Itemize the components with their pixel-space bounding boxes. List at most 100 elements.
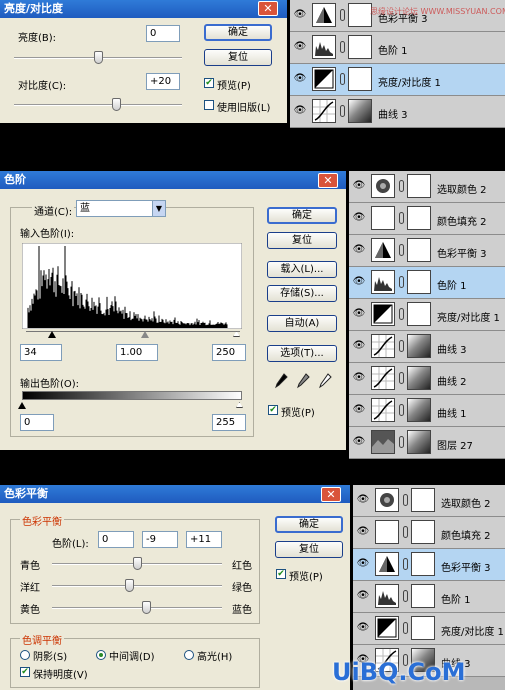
reset-button[interactable]: 复位: [267, 232, 337, 249]
layer-row[interactable]: 👁 选取颜色 2: [349, 171, 505, 203]
level-3-field[interactable]: +11: [186, 531, 222, 548]
eye-icon[interactable]: 👁: [356, 494, 370, 506]
input-white-field[interactable]: 250: [212, 344, 246, 361]
layer-row[interactable]: 👁 颜色填充 2: [349, 203, 505, 235]
link-icon[interactable]: [340, 41, 345, 53]
magenta-green-slider-thumb[interactable]: [125, 579, 135, 592]
link-icon[interactable]: [399, 404, 404, 416]
dialog-titlebar[interactable]: 色彩平衡: [0, 485, 350, 503]
reset-button[interactable]: 复位: [204, 49, 272, 66]
shadows-radio[interactable]: [20, 650, 30, 660]
dialog-titlebar[interactable]: 色阶: [0, 171, 346, 189]
layer-row[interactable]: 👁 色阶 1: [290, 32, 505, 64]
eye-icon[interactable]: 👁: [352, 212, 366, 224]
input-gamma-field[interactable]: 1.00: [116, 344, 158, 361]
ok-button[interactable]: 确定: [275, 516, 343, 533]
ok-button[interactable]: 确定: [204, 24, 272, 41]
contrast-input[interactable]: +20: [146, 73, 180, 90]
eye-icon[interactable]: 👁: [352, 372, 366, 384]
eye-icon[interactable]: 👁: [352, 340, 366, 352]
output-white-field[interactable]: 255: [212, 414, 246, 431]
link-icon[interactable]: [340, 9, 345, 21]
eye-icon[interactable]: 👁: [352, 308, 366, 320]
layer-row[interactable]: 👁 颜色填充 2: [353, 517, 505, 549]
layer-row[interactable]: 👁 图层 27: [349, 427, 505, 459]
eye-icon[interactable]: 👁: [293, 105, 307, 117]
layer-row[interactable]: 👁 曲线 3: [290, 96, 505, 128]
magenta-green-slider-track[interactable]: [52, 585, 222, 587]
midtones-radio[interactable]: [96, 650, 106, 660]
link-icon[interactable]: [403, 590, 408, 602]
eye-icon[interactable]: 👁: [352, 404, 366, 416]
eye-icon[interactable]: 👁: [352, 276, 366, 288]
contrast-slider-track[interactable]: [14, 104, 182, 106]
layer-row[interactable]: 👁 色阶 1: [349, 267, 505, 299]
gray-eyedropper-icon[interactable]: [296, 373, 310, 389]
link-icon[interactable]: [399, 308, 404, 320]
eye-icon[interactable]: 👁: [356, 590, 370, 602]
layer-row[interactable]: 👁 亮度/对比度 1: [349, 299, 505, 331]
black-eyedropper-icon[interactable]: [274, 373, 288, 389]
close-button[interactable]: ✕: [321, 487, 341, 502]
eye-icon[interactable]: 👁: [356, 558, 370, 570]
preserve-luminosity-checkbox[interactable]: ✔: [20, 667, 30, 677]
save-button[interactable]: 存储(S)...: [267, 285, 337, 302]
layer-row[interactable]: 👁 亮度/对比度 1: [353, 613, 505, 645]
legacy-checkbox[interactable]: [204, 100, 214, 110]
layer-row[interactable]: 👁 色彩平衡 3: [353, 549, 505, 581]
input-gamma-handle[interactable]: [141, 331, 149, 338]
brightness-slider-thumb[interactable]: [94, 51, 103, 64]
layer-row[interactable]: 👁 选取颜色 2: [353, 485, 505, 517]
contrast-slider-thumb[interactable]: [112, 98, 121, 111]
link-icon[interactable]: [403, 558, 408, 570]
link-icon[interactable]: [403, 494, 408, 506]
link-icon[interactable]: [399, 340, 404, 352]
output-black-handle[interactable]: [18, 402, 26, 409]
eye-icon[interactable]: 👁: [293, 73, 307, 85]
input-black-field[interactable]: 34: [20, 344, 62, 361]
eye-icon[interactable]: 👁: [352, 244, 366, 256]
layer-row[interactable]: 👁 曲线 2: [349, 363, 505, 395]
link-icon[interactable]: [403, 526, 408, 538]
reset-button[interactable]: 复位: [275, 541, 343, 558]
eye-icon[interactable]: 👁: [352, 180, 366, 192]
close-button[interactable]: ✕: [258, 1, 278, 16]
link-icon[interactable]: [340, 73, 345, 85]
close-button[interactable]: ✕: [318, 173, 338, 188]
white-eyedropper-icon[interactable]: [318, 373, 332, 389]
preview-checkbox[interactable]: ✔: [268, 405, 278, 415]
output-black-field[interactable]: 0: [20, 414, 54, 431]
layer-row[interactable]: 👁 亮度/对比度 1: [290, 64, 505, 96]
dialog-titlebar[interactable]: 亮度/对比度: [0, 0, 287, 18]
ok-button[interactable]: 确定: [267, 207, 337, 224]
link-icon[interactable]: [399, 276, 404, 288]
link-icon[interactable]: [403, 622, 408, 634]
yellow-blue-slider-thumb[interactable]: [142, 601, 152, 614]
link-icon[interactable]: [399, 212, 404, 224]
brightness-input[interactable]: 0: [146, 25, 180, 42]
preview-checkbox[interactable]: ✔: [276, 569, 286, 579]
yellow-blue-slider-track[interactable]: [52, 607, 222, 609]
load-button[interactable]: 载入(L)...: [267, 261, 337, 278]
link-icon[interactable]: [399, 372, 404, 384]
level-2-field[interactable]: -9: [142, 531, 178, 548]
options-button[interactable]: 选项(T)...: [267, 345, 337, 362]
chevron-down-icon[interactable]: ▼: [152, 201, 165, 216]
link-icon[interactable]: [399, 436, 404, 448]
link-icon[interactable]: [399, 180, 404, 192]
eye-icon[interactable]: 👁: [352, 436, 366, 448]
input-black-handle[interactable]: [48, 331, 56, 338]
eye-icon[interactable]: 👁: [293, 9, 307, 21]
layer-row[interactable]: 👁 曲线 1: [349, 395, 505, 427]
highlights-radio[interactable]: [184, 650, 194, 660]
link-icon[interactable]: [399, 244, 404, 256]
layer-row[interactable]: 👁 曲线 3: [349, 331, 505, 363]
level-1-field[interactable]: 0: [98, 531, 134, 548]
link-icon[interactable]: [340, 105, 345, 117]
auto-button[interactable]: 自动(A): [267, 315, 337, 332]
cyan-red-slider-thumb[interactable]: [133, 557, 142, 570]
eye-icon[interactable]: 👁: [356, 622, 370, 634]
eye-icon[interactable]: 👁: [293, 41, 307, 53]
layer-row[interactable]: 👁 色阶 1: [353, 581, 505, 613]
preview-checkbox[interactable]: ✔: [204, 78, 214, 88]
